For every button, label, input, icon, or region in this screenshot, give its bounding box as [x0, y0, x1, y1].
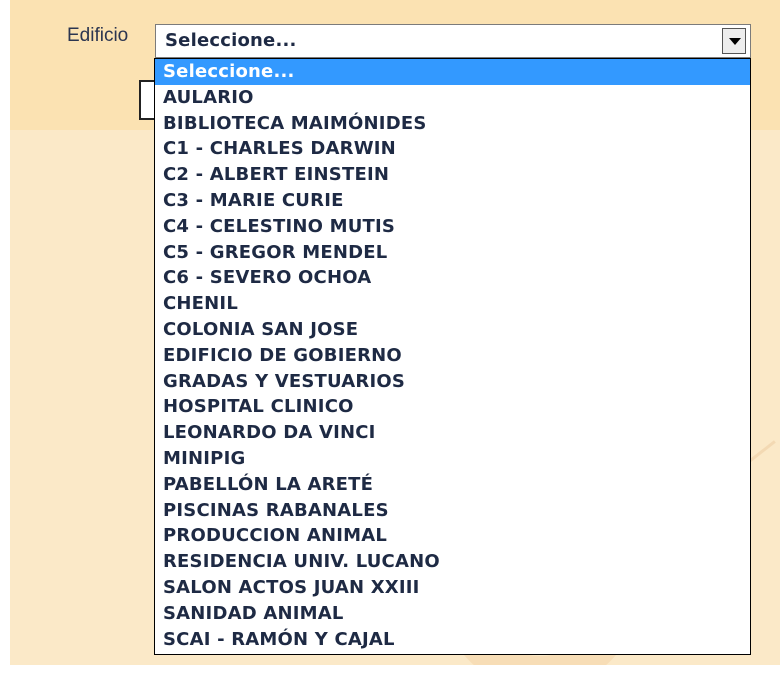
edificio-dropdown-list[interactable]: Seleccione... AULARIO BIBLIOTECA MAIMÓNIDE…	[154, 58, 751, 655]
option-placeholder[interactable]: Seleccione...	[155, 59, 750, 85]
dropdown-option[interactable]: SALON ACTOS JUAN XXIII	[155, 575, 750, 601]
dropdown-option[interactable]: LEONARDO DA VINCI	[155, 420, 750, 446]
dropdown-option[interactable]: AULARIO	[155, 85, 750, 111]
dropdown-option[interactable]: MINIPIG	[155, 446, 750, 472]
select-current-value: Seleccione...	[165, 30, 297, 51]
dropdown-option[interactable]: PABELLÓN LA ARETÉ	[155, 472, 750, 498]
dropdown-option[interactable]: PRODUCCION ANIMAL	[155, 523, 750, 549]
dropdown-option[interactable]: RESIDENCIA UNIV. LUCANO	[155, 549, 750, 575]
dropdown-option[interactable]: C2 - ALBERT EINSTEIN	[155, 162, 750, 188]
dropdown-option[interactable]: C5 - GREGOR MENDEL	[155, 240, 750, 266]
dropdown-option[interactable]: GRADAS Y VESTUARIOS	[155, 369, 750, 395]
edificio-select[interactable]: Seleccione...	[155, 24, 751, 58]
dropdown-option[interactable]: C6 - SEVERO OCHOA	[155, 265, 750, 291]
dropdown-option[interactable]: PISCINAS RABANALES	[155, 498, 750, 524]
dropdown-option[interactable]: COLONIA SAN JOSE	[155, 317, 750, 343]
chevron-down-icon[interactable]	[722, 28, 746, 54]
dropdown-option[interactable]: CHENIL	[155, 291, 750, 317]
dropdown-option[interactable]: C4 - CELESTINO MUTIS	[155, 214, 750, 240]
edificio-label: Edificio	[67, 25, 129, 46]
dropdown-option[interactable]: C1 - CHARLES DARWIN	[155, 136, 750, 162]
dropdown-option[interactable]: HOSPITAL CLINICO	[155, 394, 750, 420]
dropdown-option[interactable]: C3 - MARIE CURIE	[155, 188, 750, 214]
dropdown-option[interactable]: SANIDAD ANIMAL	[155, 601, 750, 627]
dropdown-option[interactable]: SCAI - RAMÓN Y CAJAL	[155, 627, 750, 653]
dropdown-option[interactable]: BIBLIOTECA MAIMÓNIDES	[155, 111, 750, 137]
dropdown-option[interactable]: EDIFICIO DE GOBIERNO	[155, 343, 750, 369]
